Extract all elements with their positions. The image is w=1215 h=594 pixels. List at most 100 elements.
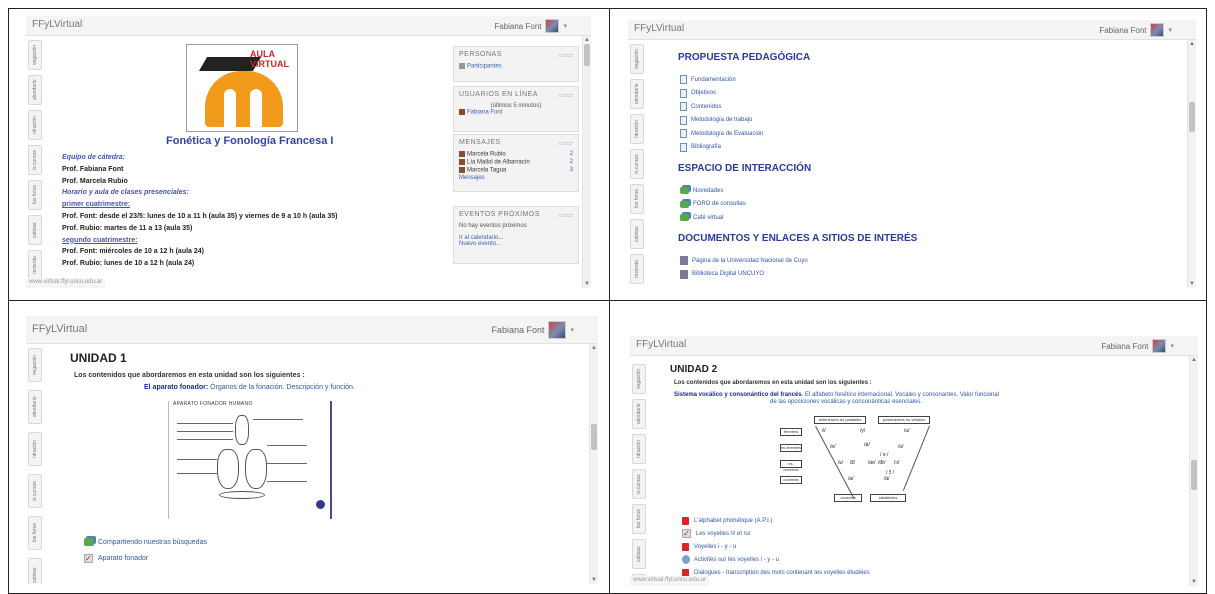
- scrollbar[interactable]: ▲ ▼: [582, 36, 591, 288]
- side-tab[interactable]: vegación: [630, 44, 644, 74]
- scroll-up-icon[interactable]: ▲: [591, 344, 597, 352]
- user-menu[interactable]: Fabiana Font ▾: [1101, 339, 1174, 353]
- url-label[interactable]: Biblioteca Digital UNCUYO: [692, 271, 764, 277]
- forum-label[interactable]: Café virtual: [693, 215, 723, 221]
- chevron-down-icon[interactable]: ▾: [570, 326, 574, 334]
- scroll-thumb[interactable]: [1189, 102, 1195, 132]
- side-tab[interactable]: cativas: [630, 219, 644, 249]
- scroll-down-icon[interactable]: ▼: [584, 280, 590, 288]
- side-tab[interactable]: los foros: [28, 516, 42, 550]
- forum-label[interactable]: Compartiendo nuestras búsquedas: [98, 539, 207, 546]
- avatar[interactable]: [548, 321, 567, 339]
- user-name[interactable]: Fabiana Font: [1101, 342, 1148, 351]
- scroll-up-icon[interactable]: ▲: [584, 36, 590, 44]
- scroll-up-icon[interactable]: ▲: [1191, 356, 1197, 364]
- user-name[interactable]: Fabiana Font: [491, 325, 544, 335]
- side-tab[interactable]: los foros: [28, 180, 42, 210]
- side-tab[interactable]: is cursos: [632, 469, 646, 499]
- forum-label[interactable]: Novedades: [693, 188, 723, 194]
- resource-label[interactable]: Metodología de Evaluación: [691, 131, 763, 137]
- message-sender[interactable]: Marcela Tagua: [467, 168, 506, 174]
- side-tab[interactable]: cativas: [28, 558, 42, 584]
- message-sender[interactable]: Marcela Rubio: [467, 152, 506, 158]
- resource-link[interactable]: Metodología de trabajo: [680, 114, 763, 128]
- side-tab[interactable]: vegación: [28, 348, 42, 382]
- scroll-thumb[interactable]: [591, 424, 597, 450]
- url-link[interactable]: Página de la Universidad Nacional de Cuy…: [680, 254, 808, 268]
- message-row[interactable]: Lía Mallol de Albarracín 2: [459, 159, 573, 167]
- message-sender[interactable]: Lía Mallol de Albarracín: [467, 160, 530, 166]
- activity-link[interactable]: Activités sur les voyelles i - y - u: [682, 553, 870, 566]
- forum-label[interactable]: FORO de consultas: [693, 201, 746, 207]
- side-tab[interactable]: recienta: [28, 250, 42, 280]
- activity-label[interactable]: Activités sur les voyelles i - y - u: [694, 557, 779, 563]
- brand-link[interactable]: FFyLVirtual: [634, 23, 684, 34]
- quiz-label[interactable]: Aparato fonador: [98, 555, 148, 562]
- side-tab[interactable]: is cursos: [630, 149, 644, 179]
- pdf-label[interactable]: Dialogues - transcription des mots conte…: [694, 570, 870, 576]
- resource-label[interactable]: Fundamentación: [691, 77, 736, 83]
- side-tab[interactable]: ntración: [630, 114, 644, 144]
- quiz-link[interactable]: ✓ Aparato fonador: [84, 550, 207, 566]
- brand-link[interactable]: FFyLVirtual: [636, 339, 686, 350]
- avatar[interactable]: [1152, 339, 1167, 353]
- avatar[interactable]: [1150, 23, 1165, 37]
- message-row[interactable]: Marcela Rubio 2: [459, 151, 573, 159]
- resource-label[interactable]: Contenidos: [691, 104, 721, 110]
- forum-link[interactable]: Café virtual: [680, 211, 746, 225]
- resource-link[interactable]: Fundamentación: [680, 73, 763, 87]
- side-tab[interactable]: is cursos: [28, 145, 42, 175]
- message-row[interactable]: Marcela Tagua 3: [459, 167, 573, 175]
- side-tab[interactable]: alendario: [28, 75, 42, 105]
- side-tab[interactable]: alendario: [28, 390, 42, 424]
- chevron-down-icon[interactable]: ▾: [563, 22, 567, 30]
- avatar[interactable]: [545, 19, 560, 33]
- pdf-link[interactable]: L'alphabet phonétique (A.P.I.): [682, 514, 870, 527]
- message-count[interactable]: 2: [570, 151, 573, 159]
- side-tab[interactable]: ntración: [28, 432, 42, 466]
- scroll-down-icon[interactable]: ▼: [591, 576, 597, 584]
- scrollbar[interactable]: ▲ ▼: [1189, 356, 1198, 586]
- message-count[interactable]: 3: [570, 167, 573, 175]
- brand-link[interactable]: FFyLVirtual: [32, 323, 87, 335]
- user-menu[interactable]: Fabiana Font ▾: [491, 321, 574, 339]
- online-user-name[interactable]: Fabiana Font: [467, 110, 502, 116]
- message-count[interactable]: 2: [570, 159, 573, 167]
- side-tab[interactable]: cativas: [28, 215, 42, 245]
- user-name[interactable]: Fabiana Font: [1099, 26, 1146, 35]
- scrollbar[interactable]: ▲ ▼: [1187, 40, 1196, 288]
- scroll-thumb[interactable]: [1191, 460, 1197, 490]
- resource-link[interactable]: Bibliografía: [680, 141, 763, 155]
- block-controls-icon[interactable]: ▭▭: [559, 211, 573, 219]
- chevron-down-icon[interactable]: ▾: [1168, 26, 1172, 34]
- pdf-label[interactable]: L'alphabet phonétique (A.P.I.): [694, 518, 772, 524]
- resource-link[interactable]: Objetivos: [680, 87, 763, 101]
- pdf-label[interactable]: Voyelles i - y - u: [694, 544, 736, 550]
- block-controls-icon[interactable]: ▭▭: [559, 51, 573, 59]
- side-tab[interactable]: vegación: [632, 364, 646, 394]
- forum-link[interactable]: Compartiendo nuestras búsquedas: [84, 534, 207, 550]
- block-controls-icon[interactable]: ▭▭: [559, 91, 573, 99]
- participants-label[interactable]: Participantes: [467, 64, 502, 70]
- resource-link[interactable]: Metodología de Evaluación: [680, 127, 763, 141]
- resource-label[interactable]: Bibliografía: [691, 144, 721, 150]
- user-name[interactable]: Fabiana Font: [494, 22, 541, 31]
- side-tab[interactable]: ntración: [28, 110, 42, 140]
- quiz-label[interactable]: Les voyelles /i/ et /u/: [696, 531, 750, 537]
- new-event-link[interactable]: Nuevo evento...: [459, 241, 573, 247]
- scroll-up-icon[interactable]: ▲: [1189, 40, 1195, 48]
- scroll-thumb[interactable]: [584, 44, 590, 66]
- block-controls-icon[interactable]: ▭▭: [559, 139, 573, 147]
- url-link[interactable]: Biblioteca Digital UNCUYO: [680, 268, 808, 282]
- side-tab[interactable]: los foros: [630, 184, 644, 214]
- user-menu[interactable]: Fabiana Font ▾: [494, 19, 567, 33]
- pdf-link[interactable]: Dialogues - transcription des mots conte…: [682, 566, 870, 579]
- side-tab[interactable]: ntración: [632, 434, 646, 464]
- resource-label[interactable]: Metodología de trabajo: [691, 117, 752, 123]
- side-tab[interactable]: alendario: [632, 399, 646, 429]
- side-tab[interactable]: recienta: [630, 254, 644, 284]
- resource-link[interactable]: Contenidos: [680, 100, 763, 114]
- side-tab[interactable]: cativas: [632, 539, 646, 569]
- scrollbar[interactable]: ▲ ▼: [589, 344, 598, 584]
- scroll-down-icon[interactable]: ▼: [1189, 280, 1195, 288]
